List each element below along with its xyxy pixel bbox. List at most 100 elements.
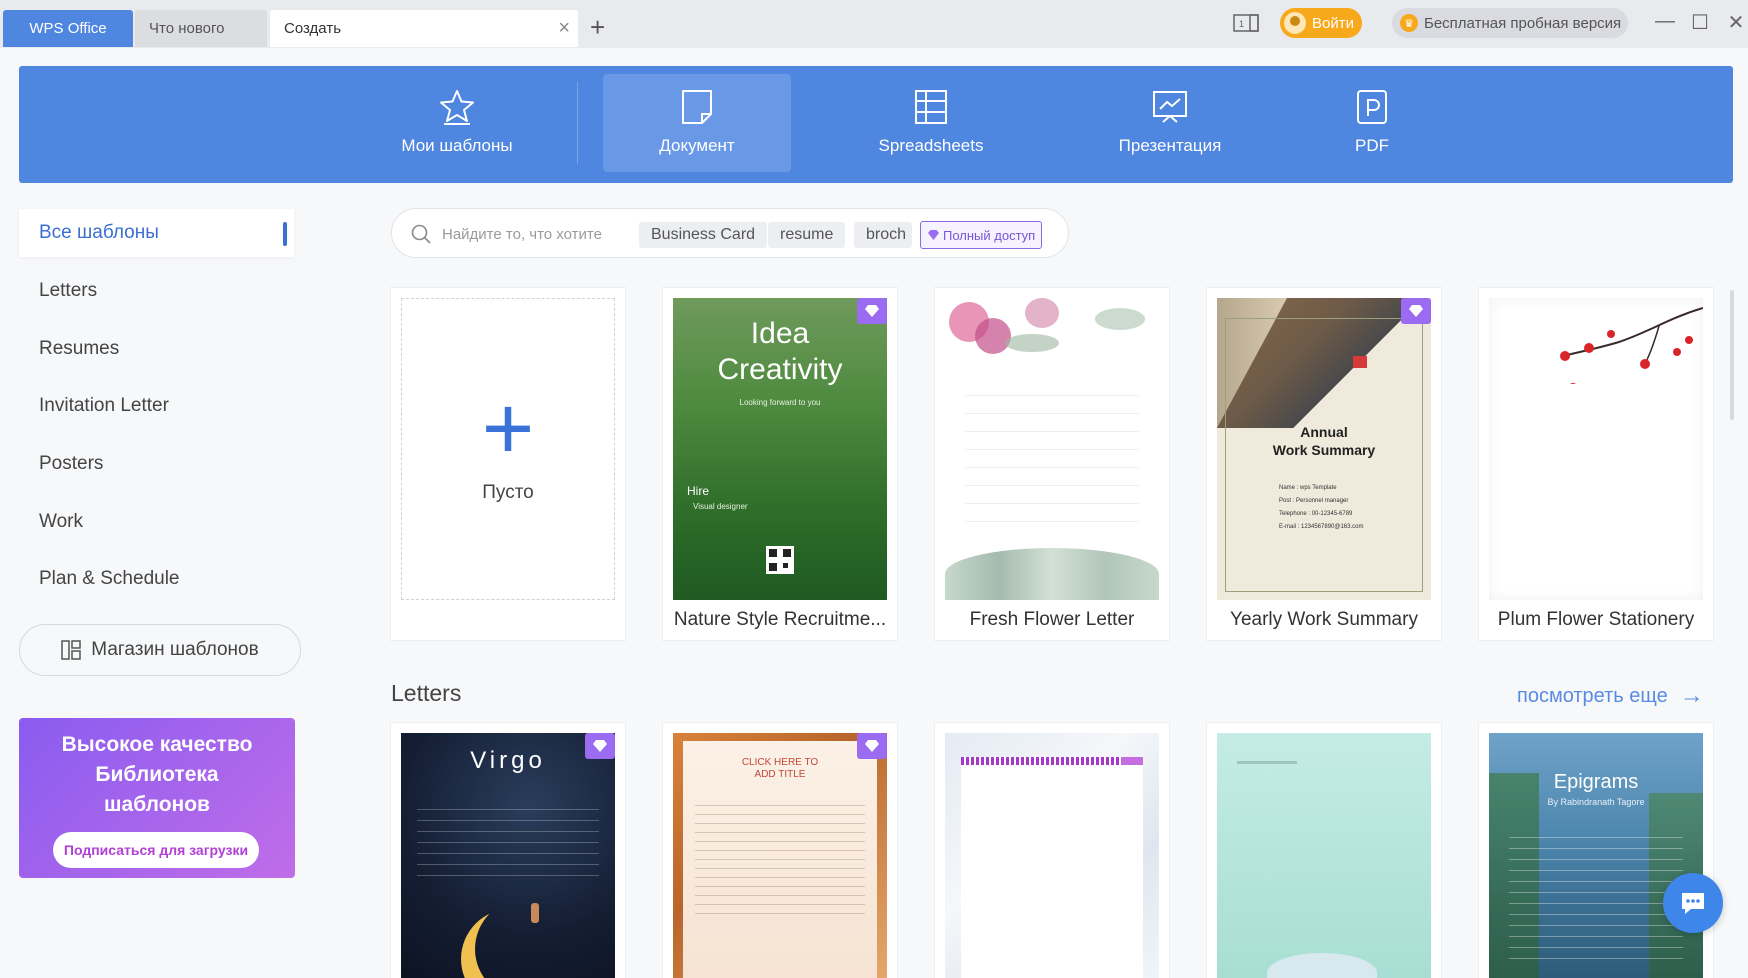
premium-diamond-icon xyxy=(1401,298,1431,324)
pdf-icon xyxy=(1357,90,1387,124)
sidebar-item-label: Plan & Schedule xyxy=(39,568,180,589)
avatar-icon xyxy=(1284,12,1306,34)
star-icon xyxy=(440,90,474,125)
login-label: Войти xyxy=(1312,14,1354,32)
screen-mode-icon[interactable]: 1 xyxy=(1233,8,1263,38)
blank-label: Пусто xyxy=(482,482,534,503)
subscribe-button[interactable]: Подписаться для загрузки xyxy=(53,832,259,868)
template-card[interactable]: Virgo xyxy=(391,723,625,978)
svg-text:1: 1 xyxy=(1239,19,1244,29)
template-card[interactable]: Epigrams By Rabindranath Tagore xyxy=(1479,723,1713,978)
full-access-label: Полный доступ xyxy=(943,227,1036,243)
thumb-heading: Work Summary xyxy=(1272,442,1376,458)
thumb-subtitle: Looking forward to you xyxy=(739,398,821,407)
maximize-icon[interactable]: ☐ xyxy=(1688,10,1712,35)
sidebar-item-label: Invitation Letter xyxy=(39,395,169,416)
category-header: Мои шаблоны Документ Spreadsheets Презен… xyxy=(19,66,1733,183)
chat-support-button[interactable] xyxy=(1663,873,1723,933)
presentation-icon xyxy=(1153,91,1187,123)
sidebar-item-invitation-letter[interactable]: Invitation Letter xyxy=(19,382,294,430)
qr-code-icon xyxy=(766,546,794,574)
category-pdf[interactable]: PDF xyxy=(1297,74,1447,172)
search-chip-resume[interactable]: resume xyxy=(768,222,846,248)
sidebar-item-plan-schedule[interactable]: Plan & Schedule xyxy=(19,555,294,603)
see-more-link[interactable]: посмотреть еще → xyxy=(1517,682,1704,710)
thumb-heading: Virgo xyxy=(470,747,546,774)
category-label: Документ xyxy=(659,136,735,155)
template-thumbnail: CLICK HERE TO ADD TITLE xyxy=(673,733,887,978)
thumb-heading: Annual xyxy=(1300,424,1348,440)
thumb-text: Post : Personnel manager xyxy=(1279,498,1349,504)
wps-logo-icon xyxy=(1353,356,1367,368)
template-card[interactable] xyxy=(935,723,1169,978)
premium-diamond-icon xyxy=(585,733,615,759)
close-window-icon[interactable]: ✕ xyxy=(1724,10,1748,35)
premium-promo-banner[interactable]: Высокое качество Библиотека шаблонов Под… xyxy=(19,718,295,878)
template-card[interactable]: Annual Work Summary Name : wps Template … xyxy=(1207,288,1441,640)
search-chip-business-card[interactable]: Business Card xyxy=(639,222,768,248)
plus-icon: + xyxy=(481,379,535,479)
sidebar-item-posters[interactable]: Posters xyxy=(19,440,294,488)
thumb-text: Visual designer xyxy=(693,502,748,511)
category-document[interactable]: Документ xyxy=(603,74,791,172)
sidebar-item-resumes[interactable]: Resumes xyxy=(19,325,294,373)
store-label: Магазин шаблонов xyxy=(91,639,259,660)
template-thumbnail: Idea Creativity Looking forward to you H… xyxy=(673,298,887,600)
minimize-icon[interactable]: — xyxy=(1653,10,1677,33)
template-card[interactable]: Idea Creativity Looking forward to you H… xyxy=(663,288,897,640)
diamond-icon xyxy=(928,230,939,240)
sidebar-item-label: Work xyxy=(39,511,83,532)
thumb-details: Name : wps Template Post : Personnel man… xyxy=(1279,482,1363,534)
full-access-button[interactable]: Полный доступ xyxy=(920,221,1043,249)
thumb-heading: Idea xyxy=(750,317,810,350)
promo-title-line: Библиотека xyxy=(95,763,219,786)
spreadsheet-icon xyxy=(915,90,947,124)
search-input[interactable] xyxy=(442,221,622,247)
tab-label: Что нового xyxy=(149,20,225,37)
close-tab-icon[interactable]: × xyxy=(558,18,570,38)
scrollbar[interactable] xyxy=(1730,290,1734,420)
category-presentation[interactable]: Презентация xyxy=(1073,74,1267,172)
template-store-button[interactable]: Магазин шаблонов xyxy=(19,624,301,676)
promo-title-line: Высокое качество xyxy=(61,733,253,756)
category-label: Презентация xyxy=(1118,136,1222,155)
search-icon xyxy=(411,224,431,244)
template-thumbnail xyxy=(945,298,1159,600)
template-card[interactable]: Plum Flower Stationery xyxy=(1479,288,1713,640)
free-trial-button[interactable]: ♛ Бесплатная пробная версия xyxy=(1392,8,1628,38)
search-bar: Business Card resume broch Полный доступ xyxy=(391,208,1069,258)
tab-wps-office[interactable]: WPS Office xyxy=(3,10,133,47)
store-icon xyxy=(61,640,82,660)
tab-create[interactable]: Создать × xyxy=(270,10,578,47)
sidebar-item-all-templates[interactable]: Все шаблоны xyxy=(19,209,294,257)
plum-branch-icon xyxy=(1560,307,1703,384)
template-name: Yearly Work Summary xyxy=(1230,609,1418,630)
tab-whats-new[interactable]: Что нового xyxy=(135,10,267,47)
thumb-heading: ADD TITLE xyxy=(754,769,806,780)
thumb-text: Telephone : 00-12345-6789 xyxy=(1279,511,1353,517)
template-card[interactable]: Fresh Flower Letter xyxy=(935,288,1169,640)
sidebar-item-label: Все шаблоны xyxy=(39,222,159,243)
template-card[interactable]: CLICK HERE TO ADD TITLE xyxy=(663,723,897,978)
sidebar-item-letters[interactable]: Letters xyxy=(19,267,294,315)
template-thumbnail: Virgo xyxy=(401,733,615,978)
thumb-text: Hire xyxy=(687,484,710,498)
new-tab-icon[interactable]: + xyxy=(590,14,605,40)
crown-icon: ♛ xyxy=(1400,14,1418,32)
login-button[interactable]: Войти xyxy=(1280,8,1362,38)
template-thumbnail xyxy=(945,733,1159,978)
premium-diamond-icon xyxy=(857,733,887,759)
thumb-heading: CLICK HERE TO xyxy=(741,757,819,768)
category-spreadsheets[interactable]: Spreadsheets xyxy=(839,74,1023,172)
search-chip-brochure[interactable]: broch xyxy=(854,222,912,248)
template-card[interactable] xyxy=(1207,723,1441,978)
category-label: Spreadsheets xyxy=(878,136,984,155)
category-label: Мои шаблоны xyxy=(401,136,513,155)
thumb-subtitle: By Rabindranath Tagore xyxy=(1547,797,1645,807)
blank-document-card[interactable]: + Пусто xyxy=(391,288,625,640)
promo-title-line: шаблонов xyxy=(104,793,210,816)
category-my-templates[interactable]: Мои шаблоны xyxy=(359,74,555,172)
sidebar-item-work[interactable]: Work xyxy=(19,498,294,546)
thumb-text: E-mail : 1234567890@163.com xyxy=(1279,524,1364,530)
tab-label: Создать xyxy=(284,20,342,37)
